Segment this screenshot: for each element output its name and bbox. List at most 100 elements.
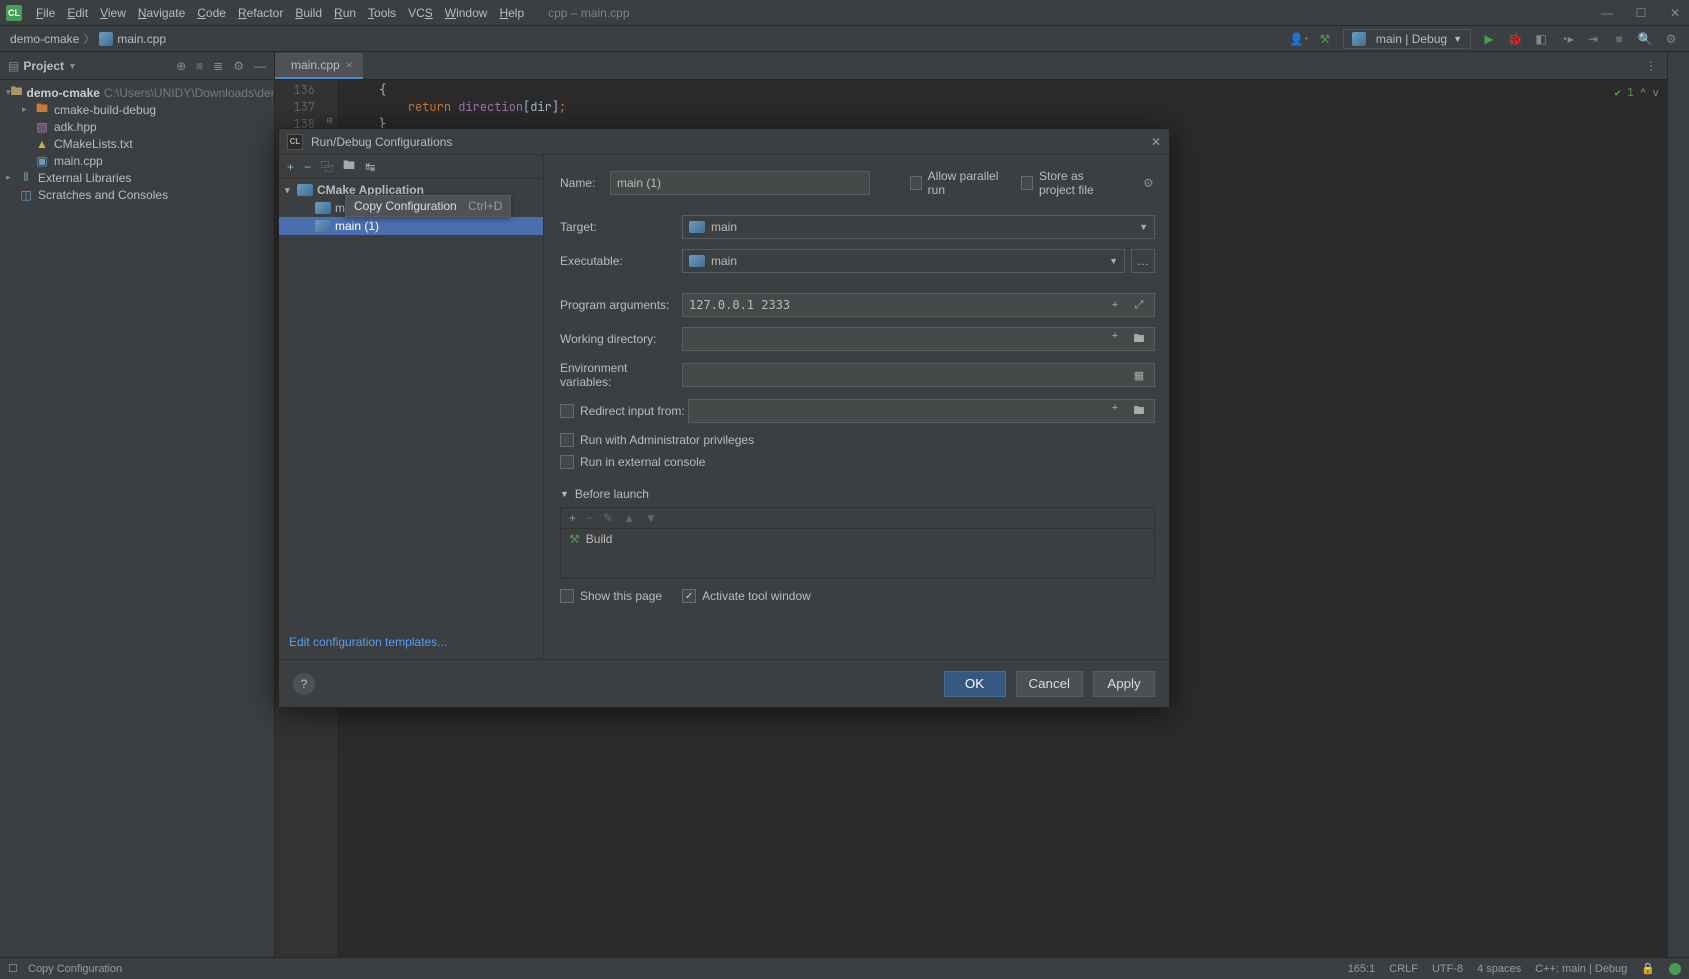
add-config-icon[interactable]: +	[287, 160, 294, 174]
dialog-titlebar[interactable]: CL Run/Debug Configurations ✕	[279, 129, 1169, 155]
show-this-page-checkbox[interactable]: Show this page	[560, 589, 662, 603]
config-tree[interactable]: ▾ CMake Application main main (1) Co	[279, 179, 543, 625]
before-launch-list[interactable]: ⚒ Build	[560, 529, 1155, 579]
menu-vcs[interactable]: VCS	[402, 6, 439, 20]
locate-icon[interactable]: ⊕	[176, 59, 186, 73]
tree-folder-build[interactable]: ▸ 🖿 cmake-build-debug	[0, 101, 274, 118]
browse-folder-icon[interactable]: 🖿	[1130, 330, 1148, 349]
apply-button[interactable]: Apply	[1093, 671, 1155, 697]
add-user-icon[interactable]: 👤+	[1291, 31, 1307, 47]
inspection-down-icon[interactable]: v	[1652, 86, 1659, 100]
project-tree[interactable]: ▾ 🖿 demo-cmake C:\Users\UNIDY\Downloads\…	[0, 80, 274, 207]
copy-config-icon[interactable]: ⿻	[321, 158, 333, 175]
redirect-input[interactable]	[689, 404, 1106, 418]
run-icon[interactable]: ▶	[1481, 31, 1497, 47]
editor-tab-main[interactable]: main.cpp ×	[275, 53, 363, 79]
move-up-icon[interactable]: ▲	[623, 511, 635, 525]
move-down-icon[interactable]: ▼	[645, 511, 657, 525]
edit-templates-link[interactable]: Edit configuration templates...	[289, 635, 447, 649]
tree-file-cmakelists[interactable]: ▲ CMakeLists.txt	[0, 135, 274, 152]
collapse-all-icon[interactable]: ≣	[213, 59, 223, 73]
tree-file-adk[interactable]: ▧ adk.hpp	[0, 118, 274, 135]
tree-settings-icon[interactable]: ↹	[365, 160, 375, 174]
tree-external-libs[interactable]: ▸ ⫴ External Libraries	[0, 169, 274, 186]
close-tab-icon[interactable]: ×	[346, 58, 353, 72]
config-item-main-1[interactable]: main (1)	[279, 217, 543, 235]
menu-code[interactable]: Code	[191, 6, 232, 20]
expand-icon[interactable]: ⤢	[1130, 299, 1148, 312]
inspection-up-icon[interactable]: ^	[1640, 86, 1647, 100]
browse-executable-button[interactable]: …	[1131, 249, 1155, 273]
panel-settings-icon[interactable]: ⚙	[233, 59, 244, 73]
line-separator[interactable]: CRLF	[1389, 963, 1418, 975]
insert-macro-icon[interactable]: +	[1106, 402, 1124, 421]
close-button[interactable]: ✕	[1667, 6, 1683, 20]
help-button[interactable]: ?	[293, 673, 315, 695]
insert-macro-icon[interactable]: +	[1106, 330, 1124, 349]
profile-icon[interactable]: ◔▸	[1559, 31, 1575, 47]
store-project-checkbox[interactable]: Store as project file	[1021, 169, 1122, 197]
menu-build[interactable]: Build	[289, 6, 328, 20]
status-indicator-icon[interactable]	[1669, 963, 1681, 975]
admin-privileges-checkbox[interactable]: Run with Administrator privileges	[560, 433, 1155, 447]
target-select[interactable]: main ▼	[682, 215, 1155, 239]
menu-run[interactable]: Run	[328, 6, 362, 20]
lock-icon[interactable]: 🔒	[1641, 962, 1655, 975]
tree-root[interactable]: ▾ 🖿 demo-cmake C:\Users\UNIDY\Downloads\…	[0, 84, 274, 101]
search-icon[interactable]: 🔍	[1637, 31, 1653, 47]
hammer-icon[interactable]: ⚒	[1317, 31, 1333, 47]
executable-select[interactable]: main ▼	[682, 249, 1125, 273]
remove-config-icon[interactable]: −	[304, 160, 311, 174]
external-console-checkbox[interactable]: Run in external console	[560, 455, 1155, 469]
file-encoding[interactable]: UTF-8	[1432, 963, 1463, 975]
browse-folder-icon[interactable]: 🖿	[1130, 402, 1148, 421]
settings-icon[interactable]: ⚙	[1663, 31, 1679, 47]
menu-navigate[interactable]: Navigate	[132, 6, 191, 20]
indent-setting[interactable]: 4 spaces	[1477, 963, 1521, 975]
cursor-position[interactable]: 165:1	[1348, 963, 1376, 975]
build-context[interactable]: C++: main | Debug	[1535, 963, 1627, 975]
chevron-down-icon[interactable]: ▼	[68, 61, 77, 71]
menu-window[interactable]: Window	[439, 6, 494, 20]
breadcrumb-file[interactable]: main.cpp	[117, 32, 166, 46]
run-config-selector[interactable]: main | Debug ▼	[1343, 29, 1471, 49]
menu-edit[interactable]: Edit	[61, 6, 94, 20]
insert-macro-icon[interactable]: +	[1106, 299, 1124, 312]
before-launch-item-build[interactable]: ⚒ Build	[561, 529, 1154, 549]
name-input[interactable]	[610, 171, 870, 195]
dialog-close-icon[interactable]: ✕	[1151, 135, 1161, 149]
menu-view[interactable]: View	[94, 6, 132, 20]
args-input[interactable]	[683, 298, 1106, 312]
stop-icon[interactable]: ■	[1611, 31, 1627, 47]
cancel-button[interactable]: Cancel	[1016, 671, 1084, 697]
project-panel-title[interactable]: Project	[23, 59, 64, 73]
tree-scratches[interactable]: ◫ Scratches and Consoles	[0, 186, 274, 203]
ok-button[interactable]: OK	[944, 671, 1006, 697]
edit-task-icon[interactable]: ✎	[603, 511, 613, 525]
allow-parallel-checkbox[interactable]: Allow parallel run	[910, 169, 1001, 197]
workdir-input[interactable]	[683, 332, 1106, 346]
coverage-icon[interactable]: ◧	[1533, 31, 1549, 47]
breadcrumb-project[interactable]: demo-cmake	[10, 32, 79, 46]
remove-task-icon[interactable]: −	[586, 511, 593, 525]
menu-file[interactable]: File	[30, 6, 61, 20]
menu-help[interactable]: Help	[493, 6, 530, 20]
tree-file-main[interactable]: ▣ main.cpp	[0, 152, 274, 169]
inspection-badge[interactable]: ✔ 1 ^ v	[1615, 86, 1659, 100]
save-config-icon[interactable]: 🖿	[343, 156, 355, 177]
minimize-button[interactable]: —	[1599, 6, 1615, 20]
attach-icon[interactable]: ⇥	[1585, 31, 1601, 47]
add-task-icon[interactable]: +	[569, 511, 576, 525]
activate-tool-checkbox[interactable]: Activate tool window	[682, 589, 811, 603]
debug-icon[interactable]: 🐞	[1507, 31, 1523, 47]
project-view-button[interactable]: ▤	[8, 59, 19, 73]
env-input[interactable]	[683, 368, 1130, 382]
before-launch-header[interactable]: ▼ Before launch	[560, 487, 1155, 501]
editor-tabs-menu-icon[interactable]: ⋮	[1635, 53, 1667, 79]
tool-window-toggle-icon[interactable]: ☐	[8, 962, 22, 976]
menu-tools[interactable]: Tools	[362, 6, 402, 20]
menu-refactor[interactable]: Refactor	[232, 6, 289, 20]
maximize-button[interactable]: ☐	[1633, 6, 1649, 20]
edit-env-icon[interactable]: ▦	[1130, 369, 1148, 382]
expand-all-icon[interactable]: ≡	[196, 59, 203, 73]
